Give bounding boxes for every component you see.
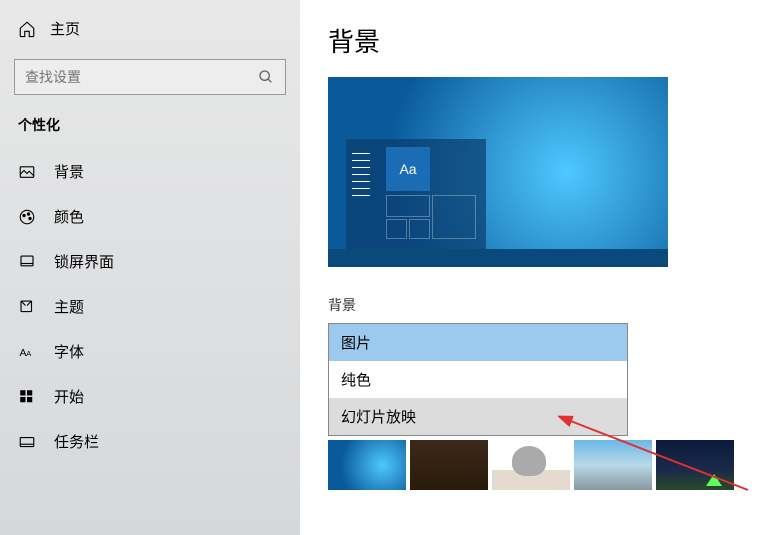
search-icon <box>257 68 275 86</box>
dropdown-option-solid[interactable]: 纯色 <box>329 361 627 398</box>
sidebar-item-label: 锁屏界面 <box>54 251 114 272</box>
font-icon: AA <box>18 343 36 361</box>
page-title: 背景 <box>328 22 755 59</box>
palette-icon <box>18 208 36 226</box>
sidebar-item-colors[interactable]: 颜色 <box>0 194 300 239</box>
sidebar-item-label: 字体 <box>54 341 84 362</box>
recent-images-row <box>328 440 755 490</box>
home-link[interactable]: 主页 <box>0 12 300 45</box>
wallpaper-thumb-3[interactable] <box>492 440 570 490</box>
search-box[interactable] <box>14 59 286 95</box>
sidebar-item-label: 背景 <box>54 161 84 182</box>
preview-tile-grid <box>386 195 480 243</box>
taskbar-icon <box>18 433 36 451</box>
wallpaper-thumb-4[interactable] <box>574 440 652 490</box>
sidebar-item-lockscreen[interactable]: 锁屏界面 <box>0 239 300 284</box>
start-icon <box>18 388 36 406</box>
wallpaper-thumb-1[interactable] <box>328 440 406 490</box>
dropdown-option-picture[interactable]: 图片 <box>329 324 627 361</box>
sidebar-item-label: 主题 <box>54 296 84 317</box>
main-content: 背景 Aa 背景 图片 纯色 幻灯片放映 <box>300 0 783 535</box>
search-input[interactable] <box>25 69 257 85</box>
sidebar-item-label: 颜色 <box>54 206 84 227</box>
preview-taskbar <box>328 249 668 267</box>
settings-sidebar: 主页 个性化 背景 颜色 锁屏界面 主题 AA 字体 <box>0 0 300 535</box>
theme-icon <box>18 298 36 316</box>
sidebar-item-label: 任务栏 <box>54 431 99 452</box>
home-label: 主页 <box>50 18 80 39</box>
picture-icon <box>18 163 36 181</box>
svg-text:A: A <box>26 348 31 357</box>
lockscreen-icon <box>18 253 36 271</box>
preview-menu-lines <box>352 147 372 202</box>
sidebar-item-fonts[interactable]: AA 字体 <box>0 329 300 374</box>
preview-start-menu: Aa <box>346 139 486 249</box>
wallpaper-thumb-2[interactable] <box>410 440 488 490</box>
sidebar-item-themes[interactable]: 主题 <box>0 284 300 329</box>
svg-text:A: A <box>20 346 27 358</box>
desktop-preview: Aa <box>328 77 668 267</box>
wallpaper-thumb-5[interactable] <box>656 440 734 490</box>
section-title: 个性化 <box>0 115 300 149</box>
sidebar-item-start[interactable]: 开始 <box>0 374 300 419</box>
sidebar-item-taskbar[interactable]: 任务栏 <box>0 419 300 464</box>
dropdown-option-slideshow[interactable]: 幻灯片放映 <box>329 398 627 435</box>
sidebar-item-label: 开始 <box>54 386 84 407</box>
background-dropdown[interactable]: 图片 纯色 幻灯片放映 <box>328 323 628 436</box>
home-icon <box>18 20 36 38</box>
preview-sample-tile: Aa <box>386 147 430 191</box>
sidebar-item-background[interactable]: 背景 <box>0 149 300 194</box>
dropdown-label: 背景 <box>328 295 755 315</box>
